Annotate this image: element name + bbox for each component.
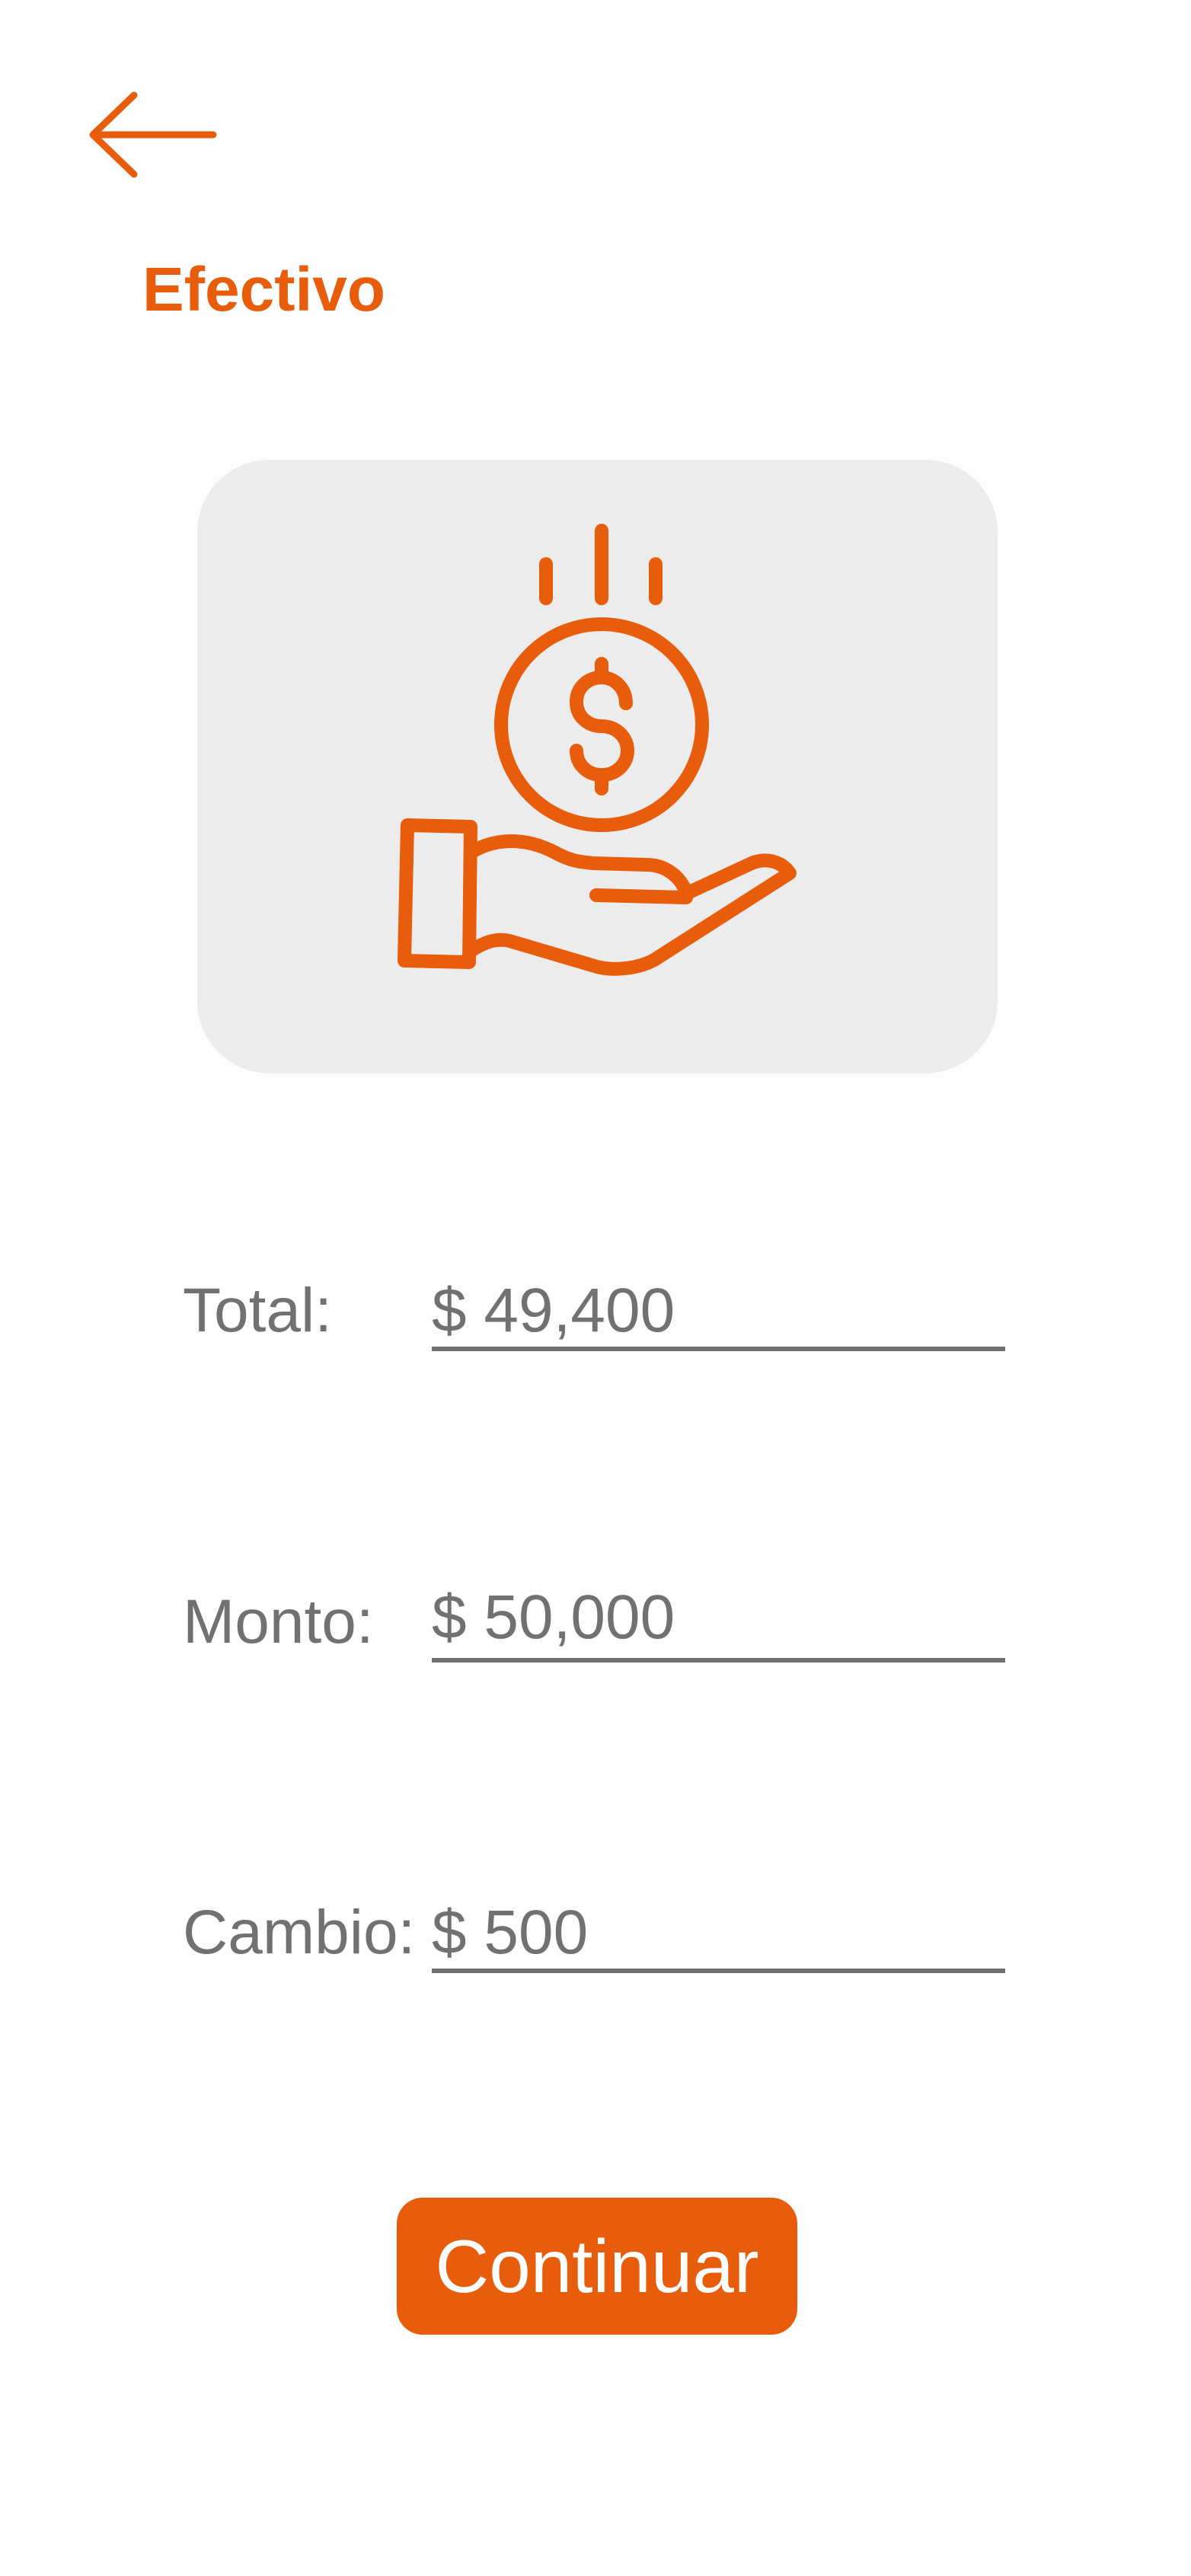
total-value: $ 49,400: [432, 1276, 675, 1345]
total-underline: [432, 1347, 1005, 1351]
hand-holding-dollar-coin-icon: [398, 524, 797, 976]
cambio-field: Cambio: $ 500: [183, 1889, 1005, 1973]
cambio-underline: [432, 1969, 1005, 1973]
monto-input[interactable]: [432, 1582, 1003, 1653]
total-label: Total:: [183, 1276, 332, 1345]
arrow-left-icon: [89, 91, 217, 178]
continue-button[interactable]: Continuar: [397, 2198, 797, 2335]
total-field: Total: $ 49,400: [183, 1267, 1005, 1351]
back-button[interactable]: [84, 88, 221, 183]
monto-underline: [432, 1658, 1005, 1663]
cash-illustration-card: [197, 460, 998, 1073]
page-title: Efectivo: [142, 255, 385, 324]
monto-label: Monto:: [183, 1587, 374, 1656]
cambio-value: $ 500: [432, 1898, 589, 1967]
cambio-label: Cambio:: [183, 1898, 416, 1967]
monto-field[interactable]: Monto:: [183, 1579, 1005, 1663]
